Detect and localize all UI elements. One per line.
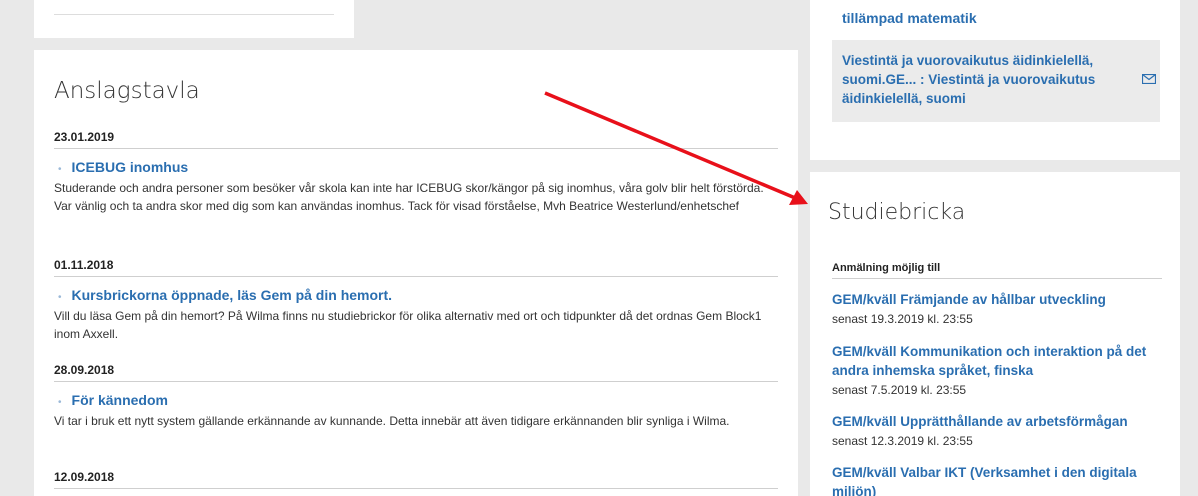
news-date: 12.09.2018 bbox=[54, 470, 778, 489]
bulletin-board-panel: Anslagstavla 23.01.2019 • ICEBUG inomhus … bbox=[34, 50, 798, 496]
news-date: 28.09.2018 bbox=[54, 363, 778, 382]
course-link[interactable]: GEM/kväll Främjande av hållbar utvecklin… bbox=[832, 290, 1162, 309]
course-link[interactable]: GEM/kväll Valbar IKT (Verksamhet i den d… bbox=[832, 463, 1162, 496]
course-item: GEM/kväll Kommunikation och interaktion … bbox=[832, 342, 1162, 397]
divider bbox=[54, 14, 334, 15]
studiebricka-panel: Studiebricka Anmälning möjlig till GEM/k… bbox=[810, 172, 1180, 496]
news-item: 12.09.2018 bbox=[54, 470, 778, 489]
news-body: Studerande och andra personer som besöke… bbox=[54, 181, 764, 213]
news-item: 01.11.2018 • Kursbrickorna öppnade, läs G… bbox=[54, 258, 778, 343]
messages-panel: tillämpad matematik Viestintä ja vuorova… bbox=[810, 0, 1180, 160]
course-link[interactable]: GEM/kväll Kommunikation och interaktion … bbox=[832, 342, 1162, 380]
course-link[interactable]: GEM/kväll Upprätthållande av arbetsförmå… bbox=[832, 412, 1162, 431]
news-body: Vill du läsa Gem på din hemort? På Wilma… bbox=[54, 309, 762, 341]
message-item[interactable]: Viestintä ja vuorovaikutus äidinkielellä… bbox=[832, 40, 1160, 122]
top-left-panel bbox=[34, 0, 354, 38]
news-date: 01.11.2018 bbox=[54, 258, 778, 277]
news-title-link[interactable]: • För kännedom bbox=[54, 392, 778, 411]
message-link[interactable]: tillämpad matematik bbox=[842, 10, 977, 26]
bullet-icon: • bbox=[58, 397, 62, 408]
bulletin-heading: Anslagstavla bbox=[54, 78, 200, 104]
course-deadline: senast 19.3.2019 kl. 23:55 bbox=[832, 312, 973, 326]
news-item: 28.09.2018 • För kännedom Vi tar i bruk e… bbox=[54, 363, 778, 430]
message-title[interactable]: Viestintä ja vuorovaikutus äidinkielellä… bbox=[842, 51, 1132, 108]
news-title-link[interactable]: • Kursbrickorna öppnade, läs Gem på din h… bbox=[54, 287, 778, 306]
course-deadline: senast 7.5.2019 kl. 23:55 bbox=[832, 383, 967, 397]
news-item: 23.01.2019 • ICEBUG inomhus Studerande oc… bbox=[54, 130, 778, 215]
course-deadline: senast 12.3.2019 kl. 23:55 bbox=[832, 434, 973, 448]
registration-subheading: Anmälning möjlig till bbox=[832, 262, 1162, 279]
course-item: GEM/kväll Främjande av hållbar utvecklin… bbox=[832, 290, 1162, 326]
news-date: 23.01.2019 bbox=[54, 130, 778, 149]
bullet-icon: • bbox=[58, 292, 62, 303]
news-title-link[interactable]: • ICEBUG inomhus bbox=[54, 159, 778, 178]
envelope-icon[interactable] bbox=[1142, 74, 1156, 84]
news-body: Vi tar i bruk ett nytt system gällande e… bbox=[54, 414, 730, 428]
bullet-icon: • bbox=[58, 164, 62, 175]
course-item: GEM/kväll Valbar IKT (Verksamhet i den d… bbox=[832, 463, 1162, 496]
studiebricka-heading: Studiebricka bbox=[828, 200, 966, 225]
course-item: GEM/kväll Upprätthållande av arbetsförmå… bbox=[832, 412, 1162, 448]
